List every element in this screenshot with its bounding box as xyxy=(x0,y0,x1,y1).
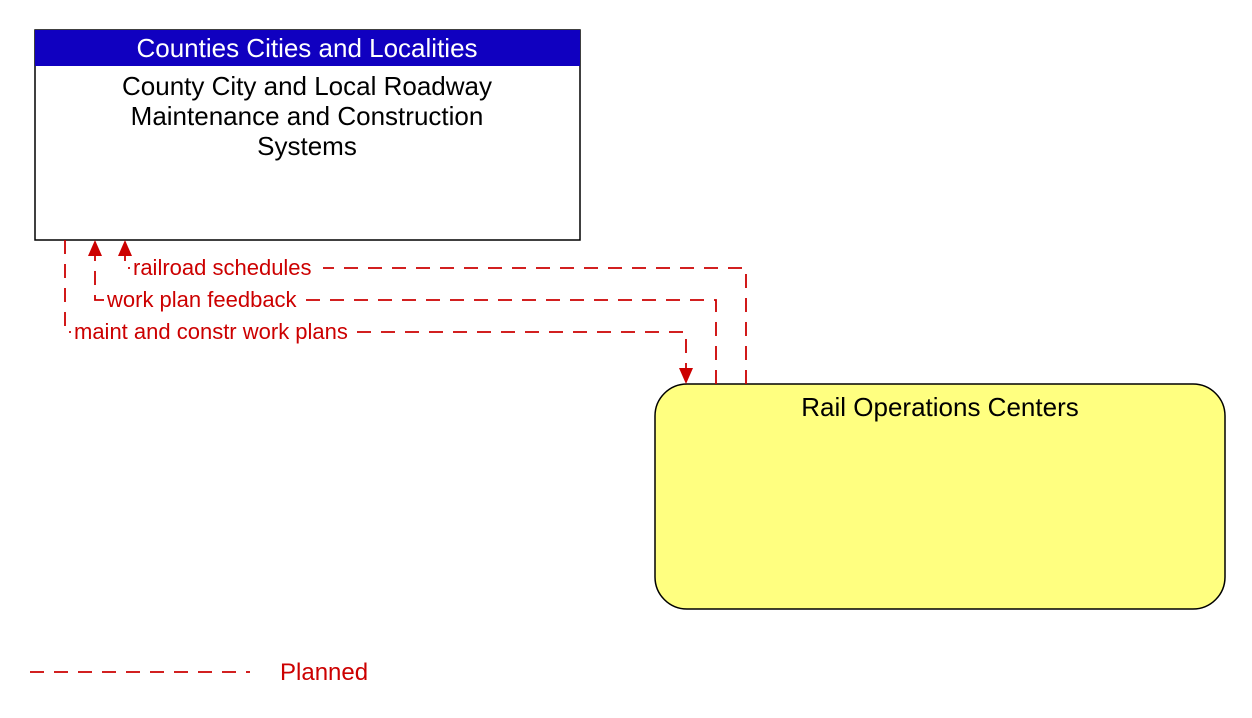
flow3-label: maint and constr work plans xyxy=(74,319,348,344)
flow3-arrow xyxy=(679,368,693,384)
architecture-diagram: Counties Cities and Localities County Ci… xyxy=(0,0,1252,718)
flow1-label: railroad schedules xyxy=(133,255,312,280)
flow1-arrow xyxy=(118,240,132,256)
county-header-text: Counties Cities and Localities xyxy=(136,33,477,63)
county-body-line1: County City and Local Roadway xyxy=(122,71,492,101)
legend-label-planned: Planned xyxy=(280,659,368,686)
flow2-arrow xyxy=(88,240,102,256)
rail-node: Rail Operations Centers xyxy=(655,384,1225,609)
county-body-line3: Systems xyxy=(257,131,357,161)
legend: Planned xyxy=(30,659,368,686)
rail-box-title: Rail Operations Centers xyxy=(801,392,1078,422)
county-body-line2: Maintenance and Construction xyxy=(131,101,484,131)
flow2-label: work plan feedback xyxy=(106,287,298,312)
county-node: Counties Cities and Localities County Ci… xyxy=(35,30,580,240)
